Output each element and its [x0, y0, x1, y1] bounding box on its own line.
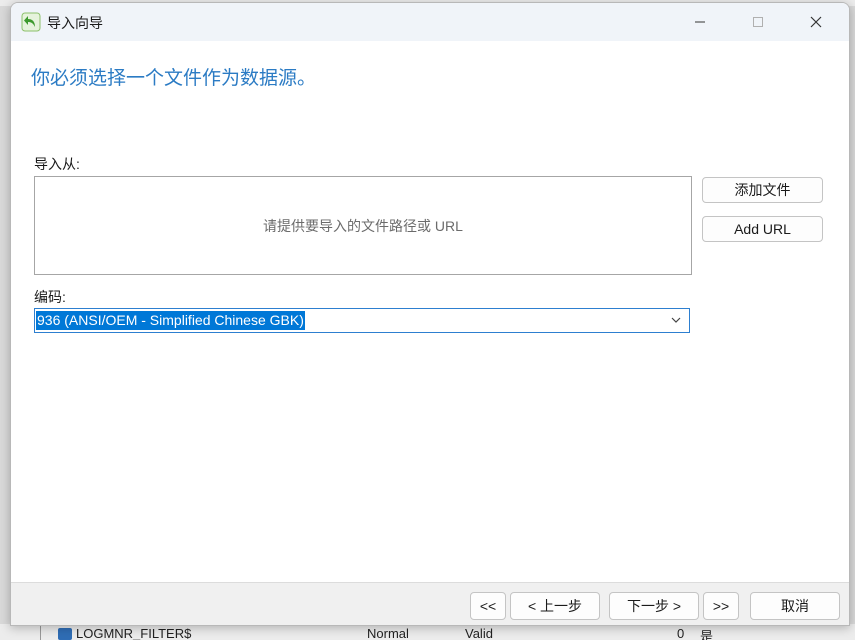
minimize-button[interactable]: [671, 3, 729, 41]
import-wizard-dialog: 导入向导 你必须选择一个文件作为数据源。 导入从: 请提供要导入的文件路径或 U…: [10, 2, 850, 626]
import-from-label: 导入从:: [34, 156, 80, 172]
file-path-area[interactable]: 请提供要导入的文件路径或 URL: [34, 176, 692, 275]
encoding-selected-value: 936 (ANSI/OEM - Simplified Chinese GBK): [36, 311, 305, 330]
wizard-heading: 你必须选择一个文件作为数据源。: [31, 67, 317, 89]
table-status-cell: Valid: [465, 626, 493, 640]
background-table-row: LOGMNR_FILTER$ Normal Valid 0 是: [0, 624, 855, 640]
close-icon: [810, 16, 822, 28]
title-bar[interactable]: 导入向导: [11, 3, 849, 41]
chevron-down-icon: [671, 317, 681, 323]
last-step-button[interactable]: >>: [703, 592, 739, 620]
file-path-placeholder: 请提供要导入的文件路径或 URL: [263, 217, 463, 234]
minimize-icon: [695, 21, 705, 23]
wizard-footer: << < 上一步 下一步 > >> 取消: [11, 582, 849, 625]
close-button[interactable]: [787, 3, 845, 41]
encoding-select[interactable]: 936 (ANSI/OEM - Simplified Chinese GBK): [34, 308, 690, 333]
maximize-icon: [753, 17, 763, 27]
encoding-label: 编码:: [34, 289, 66, 305]
next-step-button[interactable]: 下一步 >: [609, 592, 699, 620]
add-file-button[interactable]: 添加文件: [702, 177, 823, 203]
import-wizard-icon: [21, 12, 41, 32]
table-extra-cell: 是: [700, 629, 714, 640]
table-icon: [58, 628, 72, 640]
grid-line: [40, 624, 41, 640]
table-count-cell: 0: [677, 626, 685, 640]
cancel-button[interactable]: 取消: [750, 592, 840, 620]
table-name-cell: LOGMNR_FILTER$: [76, 626, 192, 640]
first-step-button[interactable]: <<: [470, 592, 506, 620]
maximize-button[interactable]: [729, 3, 787, 41]
add-url-button[interactable]: Add URL: [702, 216, 823, 242]
window-title: 导入向导: [47, 15, 103, 31]
table-type-cell: Normal: [367, 626, 409, 640]
previous-step-button[interactable]: < 上一步: [510, 592, 600, 620]
